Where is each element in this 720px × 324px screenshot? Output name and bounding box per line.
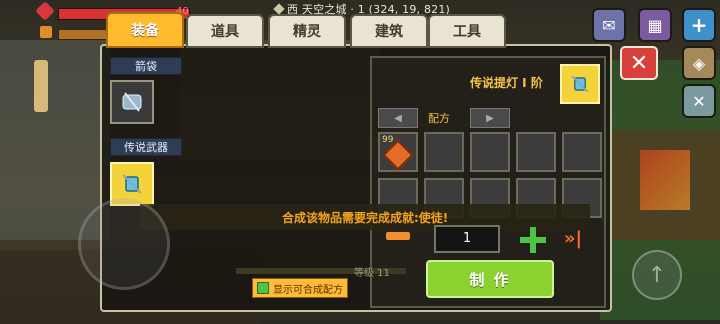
recipe-title: 传说提灯 Ⅰ 阶 xyxy=(470,76,543,90)
plus-button[interactable]: + xyxy=(682,8,716,42)
plus-icon: + xyxy=(690,13,708,37)
show-craftable-label: 显示可合成配方 xyxy=(273,284,343,296)
recipe-label: 配方 xyxy=(428,112,450,125)
category-quiver-label: 箭袋 xyxy=(110,57,182,75)
shop-icon: ▦ xyxy=(647,15,663,35)
cube-icon: ◈ xyxy=(692,53,706,73)
add-icon[interactable] xyxy=(520,227,546,253)
tab-items[interactable]: 道具 xyxy=(186,14,264,48)
lantern-icon xyxy=(571,75,589,93)
category-legend-label: 传说武器 xyxy=(110,138,182,156)
ingredient-slot[interactable] xyxy=(424,132,464,172)
chat-icon: ✉ xyxy=(602,15,616,35)
tab-tools[interactable]: 工具 xyxy=(428,14,506,48)
xp-text: 等级 11 xyxy=(354,268,390,279)
jump-icon: ↑ xyxy=(647,262,667,288)
food-icon xyxy=(40,26,52,38)
quiver-slot[interactable] xyxy=(110,80,154,124)
cube-button[interactable]: ◈ xyxy=(682,46,716,80)
shop-button[interactable]: ▦ xyxy=(638,8,672,42)
make-button[interactable]: 制 作 xyxy=(426,260,554,298)
recipe-next-button[interactable]: ▶ xyxy=(470,108,510,128)
ingredient-slot[interactable] xyxy=(470,132,510,172)
minus-icon[interactable] xyxy=(386,232,410,240)
ingredient-count: 99 xyxy=(382,135,394,145)
tab-spirit[interactable]: 精灵 xyxy=(268,14,346,48)
quiver-icon xyxy=(122,92,142,112)
tab-equipment[interactable]: 装备 xyxy=(106,12,184,48)
result-slot[interactable] xyxy=(560,64,600,104)
lantern-icon xyxy=(122,174,142,194)
max-icon[interactable]: »| xyxy=(560,226,586,250)
tab-building[interactable]: 建筑 xyxy=(350,14,428,48)
ingredient-slot[interactable] xyxy=(562,132,602,172)
location-icon xyxy=(273,3,285,15)
chat-button[interactable]: ✉ xyxy=(592,8,626,42)
tools-icon: ✕ xyxy=(692,91,706,111)
ingredient-slot[interactable]: 99 xyxy=(378,132,418,172)
requirement-text: 合成该物品需要完成成就:使徒! xyxy=(282,211,449,225)
jump-button[interactable]: ↑ xyxy=(632,250,682,300)
quantity-input[interactable]: 1 xyxy=(434,225,500,253)
side-drawer-tab[interactable] xyxy=(34,60,48,112)
hunger-bar xyxy=(58,29,108,40)
recipe-prev-button[interactable]: ◀ xyxy=(378,108,418,128)
scene-lava xyxy=(640,150,690,210)
tools-button[interactable]: ✕ xyxy=(682,84,716,118)
ingredient-slot[interactable] xyxy=(516,132,556,172)
show-craftable-toggle[interactable]: 显示可合成配方 xyxy=(252,278,348,298)
close-icon: ✕ xyxy=(629,50,649,76)
close-button[interactable]: ✕ xyxy=(620,46,658,80)
movement-joystick[interactable] xyxy=(78,198,170,290)
checkbox-icon xyxy=(257,282,269,294)
